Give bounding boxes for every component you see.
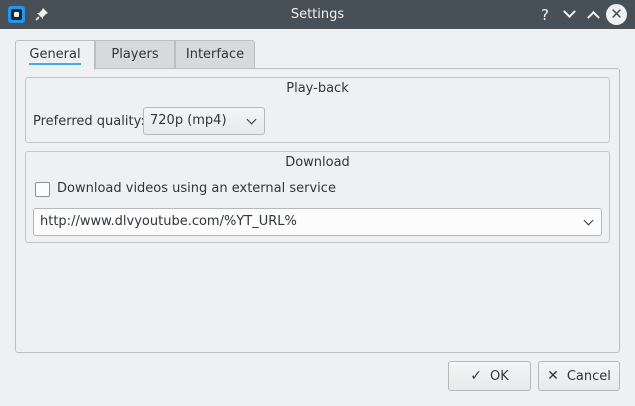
close-icon[interactable]: ✕: [606, 4, 627, 25]
preferred-quality-value: 720p (mp4): [150, 113, 227, 128]
preferred-quality-label: Preferred quality:: [33, 114, 145, 129]
tab-general-label: General: [29, 47, 81, 65]
ok-button[interactable]: ✓ OK: [448, 361, 531, 391]
ok-button-label: OK: [489, 369, 509, 384]
service-url-combobox[interactable]: http://www.dlvyoutube.com/%YT_URL%: [33, 208, 602, 236]
external-service-checkbox[interactable]: [35, 182, 50, 197]
tab-general[interactable]: General: [15, 40, 95, 70]
tab-players-label: Players: [111, 47, 159, 62]
cancel-button-label: Cancel: [566, 369, 611, 384]
playback-group-title: Play-back: [286, 81, 349, 96]
checkmark-icon: ✓: [470, 368, 482, 384]
download-group-title: Download: [285, 155, 350, 170]
cancel-button[interactable]: ✕ Cancel: [538, 361, 620, 391]
playback-group: Play-back Preferred quality: 720p (mp4): [25, 77, 610, 143]
tab-interface-label: Interface: [185, 47, 245, 62]
pin-icon[interactable]: [34, 5, 50, 23]
download-group: Download Download videos using an extern…: [25, 151, 610, 243]
external-service-label[interactable]: Download videos using an external servic…: [57, 181, 336, 196]
service-url-value: http://www.dlvyoutube.com/%YT_URL%: [40, 214, 297, 229]
help-icon[interactable]: ?: [535, 5, 555, 25]
chevron-down-icon: [246, 114, 257, 125]
title-bar: Settings ? ✕: [0, 0, 635, 29]
chevron-up-icon[interactable]: [583, 5, 603, 25]
chevron-down-icon: [583, 215, 594, 226]
app-icon[interactable]: [8, 6, 25, 23]
settings-window: Settings ? ✕ General Players Interface P…: [0, 0, 635, 406]
general-tab-panel: Play-back Preferred quality: 720p (mp4) …: [15, 68, 620, 353]
cancel-icon: ✕: [547, 368, 559, 384]
tab-interface[interactable]: Interface: [175, 40, 255, 69]
tab-players[interactable]: Players: [95, 40, 175, 69]
preferred-quality-select[interactable]: 720p (mp4): [143, 107, 265, 135]
chevron-down-icon[interactable]: [559, 5, 579, 25]
